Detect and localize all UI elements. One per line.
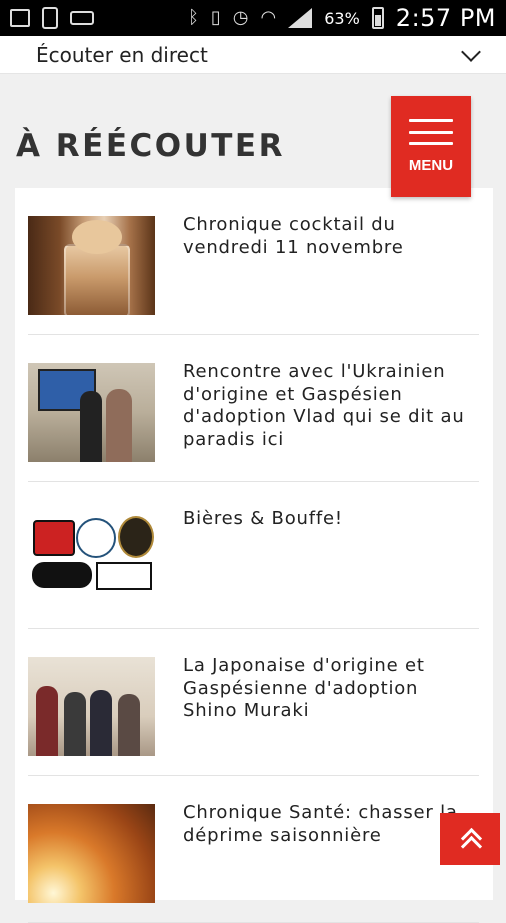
- item-title[interactable]: La Japonaise d'origine et Gaspésienne d'…: [183, 655, 479, 723]
- phone-icon: [42, 7, 58, 29]
- menu-button[interactable]: MENU: [391, 96, 471, 197]
- item-thumbnail[interactable]: [28, 510, 155, 609]
- back-to-top-button[interactable]: [440, 813, 500, 865]
- double-chevron-up-icon: [460, 827, 483, 858]
- item-title[interactable]: Chronique Santé: chasser la déprime sais…: [183, 802, 479, 847]
- item-thumbnail[interactable]: [28, 216, 155, 315]
- status-left: [10, 7, 94, 29]
- list-item[interactable]: Rencontre avec l'Ukrainien d'origine et …: [28, 335, 479, 482]
- battery-percent: 63%: [324, 8, 360, 28]
- alarm-icon: ◷: [232, 7, 249, 28]
- item-title[interactable]: Rencontre avec l'Ukrainien d'origine et …: [183, 361, 479, 451]
- listen-live-dropdown[interactable]: Écouter en direct: [0, 36, 506, 74]
- list-item[interactable]: Chronique Santé: chasser la déprime sais…: [28, 776, 479, 923]
- chevron-down-icon[interactable]: [461, 41, 481, 62]
- hamburger-icon: [409, 119, 453, 145]
- item-thumbnail[interactable]: [28, 657, 155, 756]
- vibrate-icon: ▯: [210, 7, 221, 28]
- menu-label: MENU: [408, 157, 454, 174]
- item-title[interactable]: Chronique cocktail du vendredi 11 novemb…: [183, 214, 479, 259]
- item-thumbnail[interactable]: [28, 804, 155, 903]
- status-right: ᛒ ▯ ◷ ◠ 63% 2:57 PM: [188, 4, 496, 32]
- replay-list: Chronique cocktail du vendredi 11 novemb…: [15, 188, 493, 923]
- status-bar: ᛒ ▯ ◷ ◠ 63% 2:57 PM: [0, 0, 506, 36]
- signal-icon: [288, 8, 313, 28]
- list-item[interactable]: Chronique cocktail du vendredi 11 novemb…: [28, 188, 479, 335]
- brewery-logo: [33, 520, 75, 556]
- item-title[interactable]: Bières & Bouffe!: [183, 508, 479, 531]
- brewery-logo: [76, 518, 116, 558]
- bluetooth-icon: ᛒ: [188, 7, 199, 28]
- image-icon: [10, 9, 30, 27]
- listen-live-label: Écouter en direct: [36, 42, 208, 67]
- item-thumbnail[interactable]: [28, 363, 155, 462]
- list-item[interactable]: La Japonaise d'origine et Gaspésienne d'…: [28, 629, 479, 776]
- battery-icon: [371, 7, 384, 29]
- section-title: À RÉÉCOUTER: [16, 128, 285, 164]
- voicemail-icon: [70, 11, 94, 25]
- brewery-logo: [96, 562, 152, 590]
- brewery-logo: [118, 516, 154, 558]
- brewery-logo: [32, 562, 92, 588]
- wifi-icon: ◠: [260, 7, 277, 28]
- clock: 2:57 PM: [395, 4, 496, 32]
- list-item[interactable]: Bières & Bouffe!: [28, 482, 479, 629]
